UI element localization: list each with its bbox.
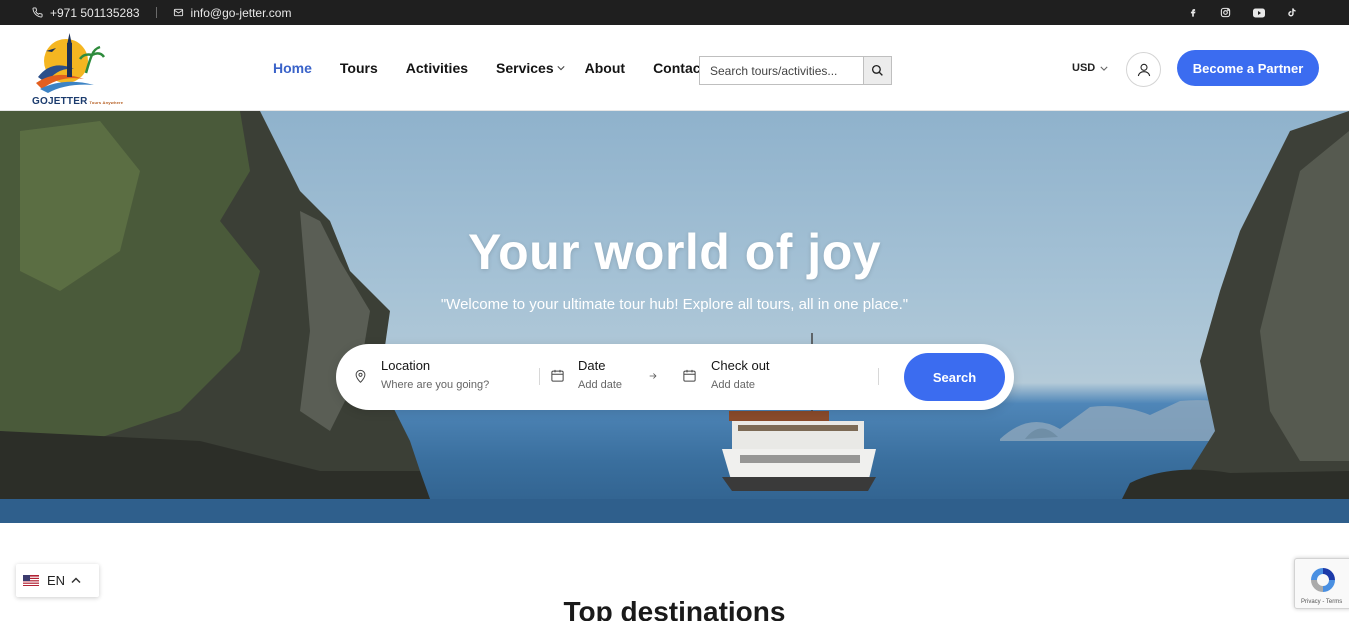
arrow-right-icon: [649, 373, 657, 379]
calendar-icon: [551, 369, 564, 382]
location-field[interactable]: Location Where are you going?: [381, 358, 489, 391]
site-logo[interactable]: GOJETTER Tours Anywhere: [30, 33, 124, 109]
date-field[interactable]: Date Add date: [578, 358, 622, 391]
divider: [878, 368, 879, 385]
social-links: [1188, 0, 1297, 25]
divider: [539, 368, 540, 385]
become-partner-button[interactable]: Become a Partner: [1177, 50, 1319, 86]
location-pin-icon: [355, 369, 366, 383]
tour-search-panel: Location Where are you going? Date Add d…: [336, 344, 1014, 410]
nav-activities[interactable]: Activities: [406, 60, 468, 76]
nav-home[interactable]: Home: [273, 60, 312, 76]
phone-number: +971 501135283: [50, 5, 140, 20]
email-address: info@go-jetter.com: [190, 5, 292, 20]
us-flag-icon: [23, 575, 39, 586]
recaptcha-links[interactable]: Privacy - Terms: [1301, 599, 1342, 605]
hero-background-image: [0, 111, 1349, 523]
site-header: GOJETTER Tours Anywhere Home Tours Activi…: [0, 25, 1349, 111]
nav-services[interactable]: Services: [496, 60, 565, 76]
recaptcha-badge[interactable]: Privacy - Terms: [1294, 558, 1349, 609]
header-search: [699, 56, 892, 85]
checkout-field[interactable]: Check out Add date: [711, 358, 770, 391]
language-switcher[interactable]: EN: [16, 564, 99, 597]
currency-label: USD: [1072, 62, 1096, 74]
chevron-up-icon: [71, 577, 81, 584]
date-placeholder: Add date: [578, 379, 623, 391]
calendar-icon: [683, 369, 696, 382]
contact-info: +971 501135283 info@go-jetter.com: [32, 0, 291, 25]
section-title: Top destinations: [563, 596, 786, 621]
youtube-icon[interactable]: [1253, 8, 1265, 18]
main-nav: Home Tours Activities Services About Con…: [273, 25, 733, 111]
top-bar: +971 501135283 info@go-jetter.com: [0, 0, 1349, 25]
phone-link[interactable]: +971 501135283: [32, 6, 140, 20]
location-label: Location: [381, 358, 431, 373]
hero-subtitle: "Welcome to your ultimate tour hub! Expl…: [440, 296, 909, 313]
language-code: EN: [47, 573, 66, 588]
nav-services-label: Services: [496, 60, 554, 76]
divider: [155, 7, 157, 18]
hero-title: Your world of joy: [467, 224, 882, 280]
hero-banner: Your world of joy "Welcome to your ultim…: [0, 111, 1349, 523]
search-input[interactable]: [700, 57, 863, 84]
mail-icon: [173, 8, 183, 17]
nav-contact[interactable]: Contact: [653, 60, 705, 76]
chevron-down-icon: [1100, 66, 1108, 71]
logo-text: GOJETTER Tours Anywhere: [32, 96, 124, 107]
facebook-icon[interactable]: [1188, 7, 1198, 18]
recaptcha-icon: [1311, 568, 1335, 592]
date-label: Date: [578, 358, 606, 373]
search-icon: [871, 64, 883, 76]
checkout-placeholder: Add date: [711, 379, 756, 391]
phone-icon: [32, 7, 43, 18]
instagram-icon[interactable]: [1220, 7, 1231, 18]
nav-tours[interactable]: Tours: [340, 60, 378, 76]
user-icon: [1137, 63, 1150, 76]
search-button[interactable]: [863, 57, 891, 84]
location-placeholder: Where are you going?: [381, 379, 490, 391]
hero-search-button[interactable]: Search: [904, 353, 1005, 401]
email-link[interactable]: info@go-jetter.com: [173, 5, 292, 20]
nav-about[interactable]: About: [585, 60, 625, 76]
checkout-label: Check out: [711, 358, 770, 373]
chevron-down-icon: [557, 66, 565, 71]
account-button[interactable]: [1126, 52, 1161, 87]
logo-emblem-icon: [36, 33, 106, 93]
currency-selector[interactable]: USD: [1072, 62, 1108, 74]
tiktok-icon[interactable]: [1287, 7, 1297, 18]
